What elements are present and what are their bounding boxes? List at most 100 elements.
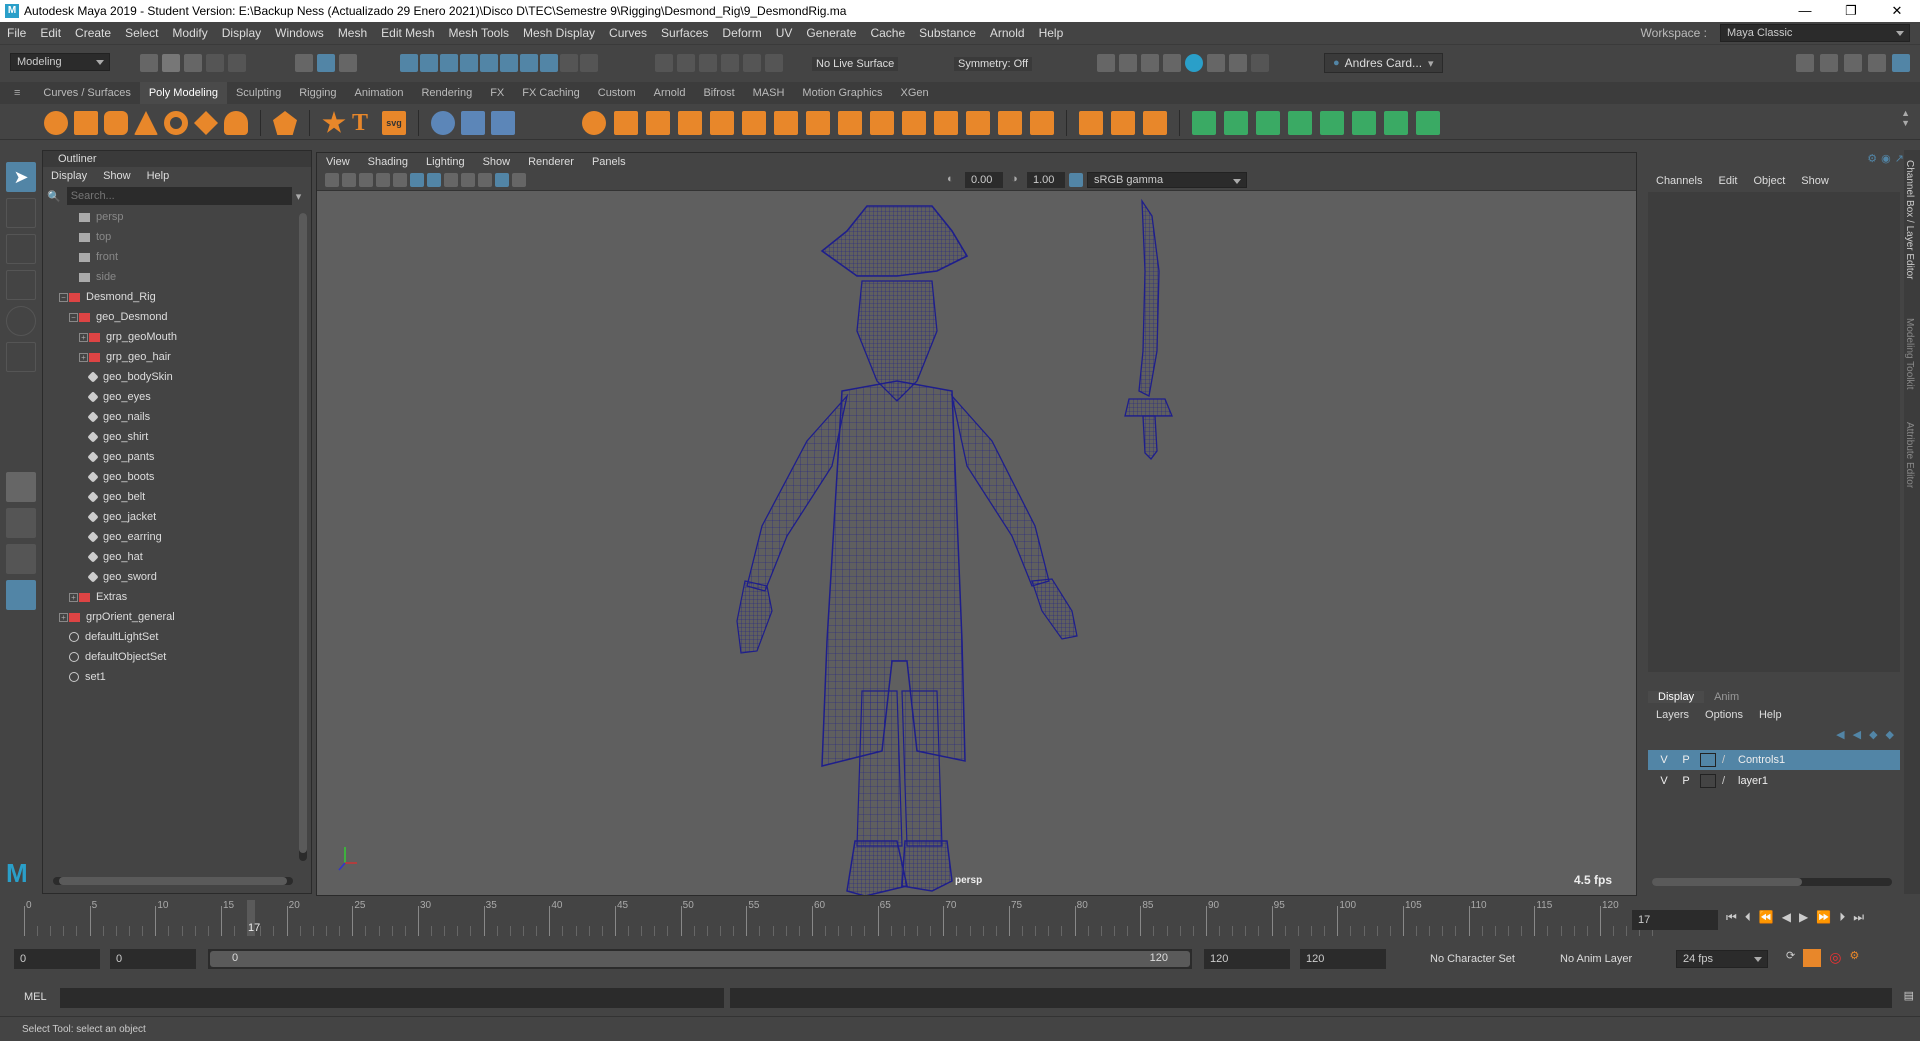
preferences-icon[interactable]: ⚙ bbox=[1849, 949, 1859, 967]
menu-arnold[interactable]: Arnold bbox=[983, 26, 1032, 40]
menu-select[interactable]: Select bbox=[118, 26, 165, 40]
layer-color-swatch[interactable] bbox=[1700, 753, 1716, 767]
viewport-menu-view[interactable]: View bbox=[317, 156, 359, 168]
grid-toggle-icon[interactable] bbox=[376, 173, 390, 187]
range-bar[interactable]: 0 120 bbox=[208, 949, 1192, 969]
outliner-item-geo-sword[interactable]: geo_sword bbox=[43, 567, 293, 587]
outliner-item-grp-geo-hair[interactable]: + grp_geo_hair bbox=[43, 347, 293, 367]
outliner-item-desmond-rig[interactable]: − Desmond_Rig bbox=[43, 287, 293, 307]
live-surface-label[interactable]: No Live Surface bbox=[812, 57, 899, 71]
expand-icon[interactable]: + bbox=[79, 333, 88, 342]
anim-layer-dropdown[interactable]: No Anim Layer bbox=[1560, 953, 1632, 965]
outliner-item-geo-eyes[interactable]: geo_eyes bbox=[43, 387, 293, 407]
menu-deform[interactable]: Deform bbox=[715, 26, 768, 40]
step-back-key-icon[interactable]: ⏴ bbox=[1745, 910, 1751, 925]
auto-key-icon[interactable] bbox=[1803, 949, 1822, 967]
render-frame-icon[interactable] bbox=[1119, 54, 1137, 72]
shelf-tab-motion-graphics[interactable]: Motion Graphics bbox=[793, 87, 891, 99]
loop-icon[interactable]: ⟳ bbox=[1786, 949, 1795, 967]
move-layer-down-icon[interactable]: ◀ bbox=[1853, 728, 1861, 741]
user-account-button[interactable]: ● Andres Card... ▾ bbox=[1324, 53, 1443, 73]
step-back-frame-icon[interactable]: ⏪ bbox=[1759, 910, 1774, 925]
layer-menu-layers[interactable]: Layers bbox=[1648, 709, 1697, 721]
collapse-icon[interactable]: − bbox=[59, 293, 68, 302]
mask-surfaces-icon[interactable] bbox=[460, 54, 478, 72]
select-tool-icon[interactable]: ➤ bbox=[6, 162, 36, 192]
workspace-dropdown[interactable]: Maya Classic bbox=[1720, 24, 1910, 42]
outliner-vertical-scrollbar[interactable] bbox=[299, 213, 307, 861]
render-settings-icon[interactable] bbox=[1163, 54, 1181, 72]
color-management-icon[interactable] bbox=[1069, 173, 1083, 187]
cut-uv-icon[interactable] bbox=[1384, 111, 1408, 135]
poly-torus-icon[interactable] bbox=[164, 111, 188, 135]
side-tab-modeling-toolkit[interactable]: Modeling Toolkit bbox=[1904, 300, 1915, 410]
outliner-item-defaultobjectset[interactable]: defaultObjectSet bbox=[43, 647, 293, 667]
outliner-item-geo-earring[interactable]: geo_earring bbox=[43, 527, 293, 547]
outliner-item-geo-pants[interactable]: geo_pants bbox=[43, 447, 293, 467]
poly-cone-icon[interactable] bbox=[134, 111, 158, 135]
shelf-tab-sculpting[interactable]: Sculpting bbox=[227, 87, 290, 99]
side-tab-attribute-editor[interactable]: Attribute Editor bbox=[1904, 410, 1915, 488]
shelf-tab-rendering[interactable]: Rendering bbox=[412, 87, 481, 99]
mask-rendering-icon[interactable] bbox=[520, 54, 538, 72]
select-object-icon[interactable] bbox=[317, 54, 335, 72]
menu-generate[interactable]: Generate bbox=[799, 26, 863, 40]
fps-dropdown[interactable]: 24 fps bbox=[1676, 950, 1768, 968]
bookmark-icon[interactable] bbox=[342, 173, 356, 187]
menu-modify[interactable]: Modify bbox=[165, 26, 214, 40]
shelf-tab-poly-modeling[interactable]: Poly Modeling bbox=[139, 82, 227, 104]
unfold-uv-icon[interactable] bbox=[1320, 111, 1344, 135]
layer-horizontal-scrollbar[interactable] bbox=[1652, 878, 1892, 886]
expand-icon[interactable]: + bbox=[59, 613, 68, 622]
channel-box-menu-channels[interactable]: Channels bbox=[1648, 175, 1710, 187]
close-button[interactable]: ✕ bbox=[1874, 0, 1920, 22]
layer-menu-help[interactable]: Help bbox=[1751, 709, 1790, 721]
shelf-tab-rigging[interactable]: Rigging bbox=[290, 87, 345, 99]
minimize-button[interactable]: — bbox=[1782, 0, 1828, 22]
open-scene-icon[interactable] bbox=[162, 54, 180, 72]
shelf-tab-custom[interactable]: Custom bbox=[589, 87, 645, 99]
poly-cylinder-icon[interactable] bbox=[104, 111, 128, 135]
menu-uv[interactable]: UV bbox=[769, 26, 800, 40]
hypershade-icon[interactable] bbox=[1185, 54, 1203, 72]
step-forward-frame-icon[interactable]: ⏩ bbox=[1816, 910, 1831, 925]
snap-point-icon[interactable] bbox=[699, 54, 717, 72]
redo-icon[interactable] bbox=[228, 54, 246, 72]
menu-mesh-display[interactable]: Mesh Display bbox=[516, 26, 602, 40]
target-weld-icon[interactable] bbox=[1111, 111, 1135, 135]
sculpt-icon[interactable] bbox=[431, 111, 455, 135]
play-forward-icon[interactable]: ▶ bbox=[1799, 910, 1808, 925]
character-set-dropdown[interactable]: No Character Set bbox=[1430, 953, 1515, 965]
fill-hole-icon[interactable] bbox=[806, 111, 830, 135]
layer-row[interactable]: V P / Controls1 bbox=[1648, 750, 1900, 770]
isolate-select-icon[interactable] bbox=[512, 173, 526, 187]
outliner-menu-help[interactable]: Help bbox=[139, 170, 178, 182]
lasso-tool-icon[interactable] bbox=[6, 198, 36, 228]
outliner-item-extras[interactable]: + Extras bbox=[43, 587, 293, 607]
viewport-panel[interactable]: View Shading Lighting Show Renderer Panels ◐ … bbox=[316, 152, 1637, 896]
mask-joints-icon[interactable] bbox=[420, 54, 438, 72]
outliner-item-geo-bodyskin[interactable]: geo_bodySkin bbox=[43, 367, 293, 387]
planar-uv-icon[interactable] bbox=[1224, 111, 1248, 135]
render-view-icon[interactable] bbox=[1097, 54, 1115, 72]
toggle-tool-settings-icon[interactable] bbox=[1820, 54, 1838, 72]
menu-cache[interactable]: Cache bbox=[863, 26, 912, 40]
single-view-icon[interactable] bbox=[6, 472, 36, 502]
smooth-icon[interactable] bbox=[646, 111, 670, 135]
outliner-menu-show[interactable]: Show bbox=[95, 170, 139, 182]
outliner-item-geo-belt[interactable]: geo_belt bbox=[43, 487, 293, 507]
outliner-item-top[interactable]: top bbox=[43, 227, 293, 247]
camera-attributes-icon[interactable] bbox=[325, 173, 339, 187]
mask-handles-icon[interactable] bbox=[400, 54, 418, 72]
svg-tool-icon[interactable]: svg bbox=[382, 111, 406, 135]
bridge-icon[interactable] bbox=[742, 111, 766, 135]
triangulate-icon[interactable] bbox=[934, 111, 958, 135]
quadrangulate-icon[interactable] bbox=[966, 111, 990, 135]
layer-menu-options[interactable]: Options bbox=[1697, 709, 1751, 721]
outliner-item-geo-nails[interactable]: geo_nails bbox=[43, 407, 293, 427]
mel-label[interactable]: MEL bbox=[24, 991, 47, 1003]
outliner-item-grp-geomouth[interactable]: + grp_geoMouth bbox=[43, 327, 293, 347]
snap-align-icon[interactable] bbox=[491, 111, 515, 135]
outliner-item-geo-desmond[interactable]: − geo_Desmond bbox=[43, 307, 293, 327]
type-tool-icon[interactable]: T bbox=[352, 111, 376, 135]
